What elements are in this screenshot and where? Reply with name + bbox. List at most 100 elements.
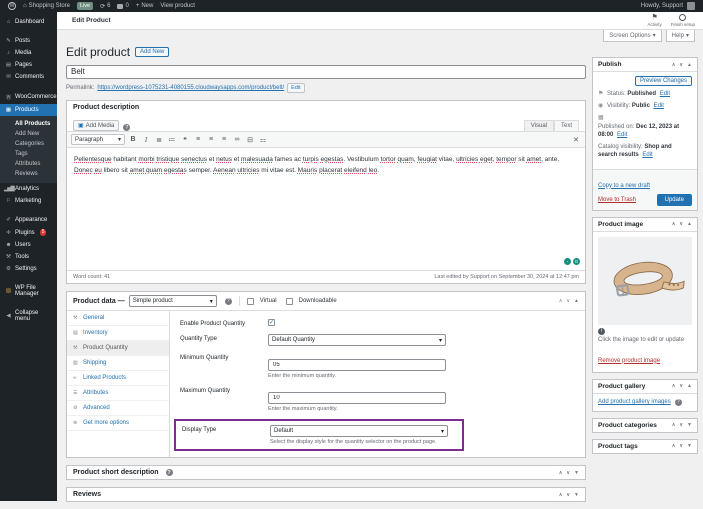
quantity-type-select[interactable]: Default Quantity ▾	[268, 334, 446, 346]
sidebar-item-woocommerce[interactable]: ⓌWooCommerce	[0, 90, 57, 104]
sidebar-item-posts[interactable]: ✎Posts	[0, 35, 57, 47]
move-down-icon[interactable]: ∨	[679, 422, 683, 428]
toggle-panel-icon[interactable]: ▲	[687, 62, 692, 68]
tab-visual[interactable]: Visual	[524, 120, 554, 131]
sidebar-item-comments[interactable]: ✉Comments	[0, 71, 57, 83]
sidebar-item-tools[interactable]: ⚒Tools	[0, 251, 57, 263]
screen-options-button[interactable]: Screen Options ▾	[603, 30, 661, 42]
product-title-input[interactable]	[66, 65, 586, 79]
move-to-trash-link[interactable]: Move to Trash	[598, 197, 636, 203]
image-info-icon[interactable]: i	[598, 328, 605, 335]
move-down-icon[interactable]: ∨	[566, 492, 570, 498]
activity-button[interactable]: ⚑ Activity	[647, 14, 661, 27]
maximum-quantity-input[interactable]	[268, 392, 446, 404]
copy-to-draft-link[interactable]: Copy to a new draft	[598, 183, 650, 189]
wordpress-menu[interactable]: W	[8, 2, 16, 10]
toggle-panel-icon[interactable]: ▲	[687, 383, 692, 389]
move-down-icon[interactable]: ∨	[566, 298, 570, 304]
permalink-edit-button[interactable]: Edit	[287, 83, 304, 93]
add-media-button[interactable]: ▣ Add Media	[73, 120, 119, 131]
submenu-item-categories[interactable]: Categories	[0, 139, 57, 149]
sidebar-item-collapse-menu[interactable]: ◀Collapse menu	[0, 307, 57, 325]
toggle-panel-icon[interactable]: ▼	[687, 422, 692, 428]
move-up-icon[interactable]: ∧	[559, 298, 563, 304]
help-icon[interactable]: ?	[225, 298, 232, 305]
comments-indicator[interactable]: 0	[117, 3, 128, 9]
enable-quantity-checkbox[interactable]: ✓	[268, 319, 275, 326]
help-icon[interactable]: ?	[123, 124, 130, 131]
new-menu[interactable]: + New	[136, 3, 154, 9]
product-data-tab-product-quantity[interactable]: ⚒Product Quantity	[67, 341, 169, 356]
bold-button[interactable]: B	[128, 134, 138, 145]
move-down-icon[interactable]: ∨	[679, 62, 683, 68]
add-gallery-images-link[interactable]: Add product gallery images	[598, 399, 671, 405]
move-up-icon[interactable]: ∧	[672, 221, 676, 227]
finish-setup-button[interactable]: Finish setup	[671, 14, 695, 27]
product-data-tab-shipping[interactable]: ▥Shipping	[67, 356, 169, 371]
align-right-button[interactable]: ≡	[219, 134, 229, 145]
move-up-icon[interactable]: ∧	[672, 383, 676, 389]
more-tag-button[interactable]: ⊟	[245, 134, 255, 145]
move-up-icon[interactable]: ∧	[559, 492, 563, 498]
sidebar-item-settings[interactable]: ⚙Settings	[0, 263, 57, 275]
toggle-panel-icon[interactable]: ▲	[687, 221, 692, 227]
edit-visibility-link[interactable]: Edit	[654, 103, 664, 109]
tab-text[interactable]: Text	[554, 120, 579, 131]
product-data-tab-advanced[interactable]: ⚙Advanced	[67, 401, 169, 416]
help-icon[interactable]: ?	[675, 399, 682, 406]
move-up-icon[interactable]: ∧	[672, 62, 676, 68]
product-data-tab-general[interactable]: ⚒General	[67, 311, 169, 326]
move-up-icon[interactable]: ∧	[672, 422, 676, 428]
numbered-list-button[interactable]: ≔	[167, 134, 177, 145]
sidebar-item-marketing[interactable]: ⚐Marketing	[0, 195, 57, 207]
howdy-menu[interactable]: Howdy, Support	[641, 2, 695, 10]
grammarly-icon[interactable]: G	[573, 258, 580, 265]
edit-catalog-link[interactable]: Edit	[642, 152, 652, 158]
product-data-tab-inventory[interactable]: ▤Inventory	[67, 326, 169, 341]
move-up-icon[interactable]: ∧	[672, 443, 676, 449]
display-type-select[interactable]: Default ▾	[270, 425, 448, 437]
virtual-checkbox[interactable]	[247, 298, 254, 305]
sidebar-item-wp-file-manager[interactable]: ▨WP File Manager	[0, 282, 57, 300]
submenu-item-tags[interactable]: Tags	[0, 149, 57, 159]
paragraph-select[interactable]: Paragraph ▾	[71, 134, 125, 145]
product-image[interactable]	[598, 237, 692, 325]
submenu-item-all-products[interactable]: All Products	[0, 119, 57, 129]
move-up-icon[interactable]: ∧	[559, 470, 563, 476]
toggle-panel-icon[interactable]: ▲	[574, 298, 579, 304]
toggle-panel-icon[interactable]: ▼	[574, 492, 579, 498]
preview-changes-button[interactable]: Preview Changes	[635, 76, 692, 86]
sidebar-item-media[interactable]: ♪Media	[0, 47, 57, 59]
move-down-icon[interactable]: ∨	[679, 221, 683, 227]
product-data-tab-get-more-options[interactable]: ⊕Get more options	[67, 416, 169, 431]
move-down-icon[interactable]: ∨	[566, 470, 570, 476]
view-product-link[interactable]: View product	[160, 3, 195, 9]
product-data-tab-linked-products[interactable]: ∞Linked Products	[67, 371, 169, 386]
italic-button[interactable]: I	[141, 134, 151, 145]
sidebar-item-analytics[interactable]: ▂▅▇Analytics	[0, 183, 57, 195]
move-down-icon[interactable]: ∨	[679, 443, 683, 449]
permalink-url-link[interactable]: https://wordpress-1075231-4080155.cloudw…	[97, 85, 284, 91]
help-button[interactable]: Help ▾	[666, 30, 695, 42]
pin-icon[interactable]: ◦	[564, 258, 571, 265]
blockquote-button[interactable]: ❝	[180, 134, 190, 145]
updates-indicator[interactable]: ⟳ 6	[100, 3, 110, 10]
move-down-icon[interactable]: ∨	[679, 383, 683, 389]
toolbar-toggle-button[interactable]: ⚏	[258, 134, 268, 145]
sidebar-item-pages[interactable]: ▤Pages	[0, 59, 57, 71]
distraction-free-button[interactable]: ✕	[571, 134, 581, 145]
submenu-item-reviews[interactable]: Reviews	[0, 169, 57, 179]
sidebar-item-dashboard[interactable]: ⌂Dashboard	[0, 16, 57, 28]
link-button[interactable]: ∞	[232, 134, 242, 145]
help-icon[interactable]: ?	[166, 469, 173, 476]
add-new-button[interactable]: Add New	[135, 47, 169, 57]
bulleted-list-button[interactable]: ≣	[154, 134, 164, 145]
sidebar-item-users[interactable]: ☻Users	[0, 239, 57, 251]
align-center-button[interactable]: ≡	[206, 134, 216, 145]
site-name-link[interactable]: ⌂ Shopping Store	[23, 3, 70, 9]
edit-status-link[interactable]: Edit	[660, 91, 670, 97]
minimum-quantity-input[interactable]	[268, 359, 446, 371]
sidebar-item-plugins[interactable]: ✛Plugins5	[0, 226, 57, 239]
update-button[interactable]: Update	[657, 194, 692, 206]
sidebar-item-appearance[interactable]: ✐Appearance	[0, 214, 57, 226]
